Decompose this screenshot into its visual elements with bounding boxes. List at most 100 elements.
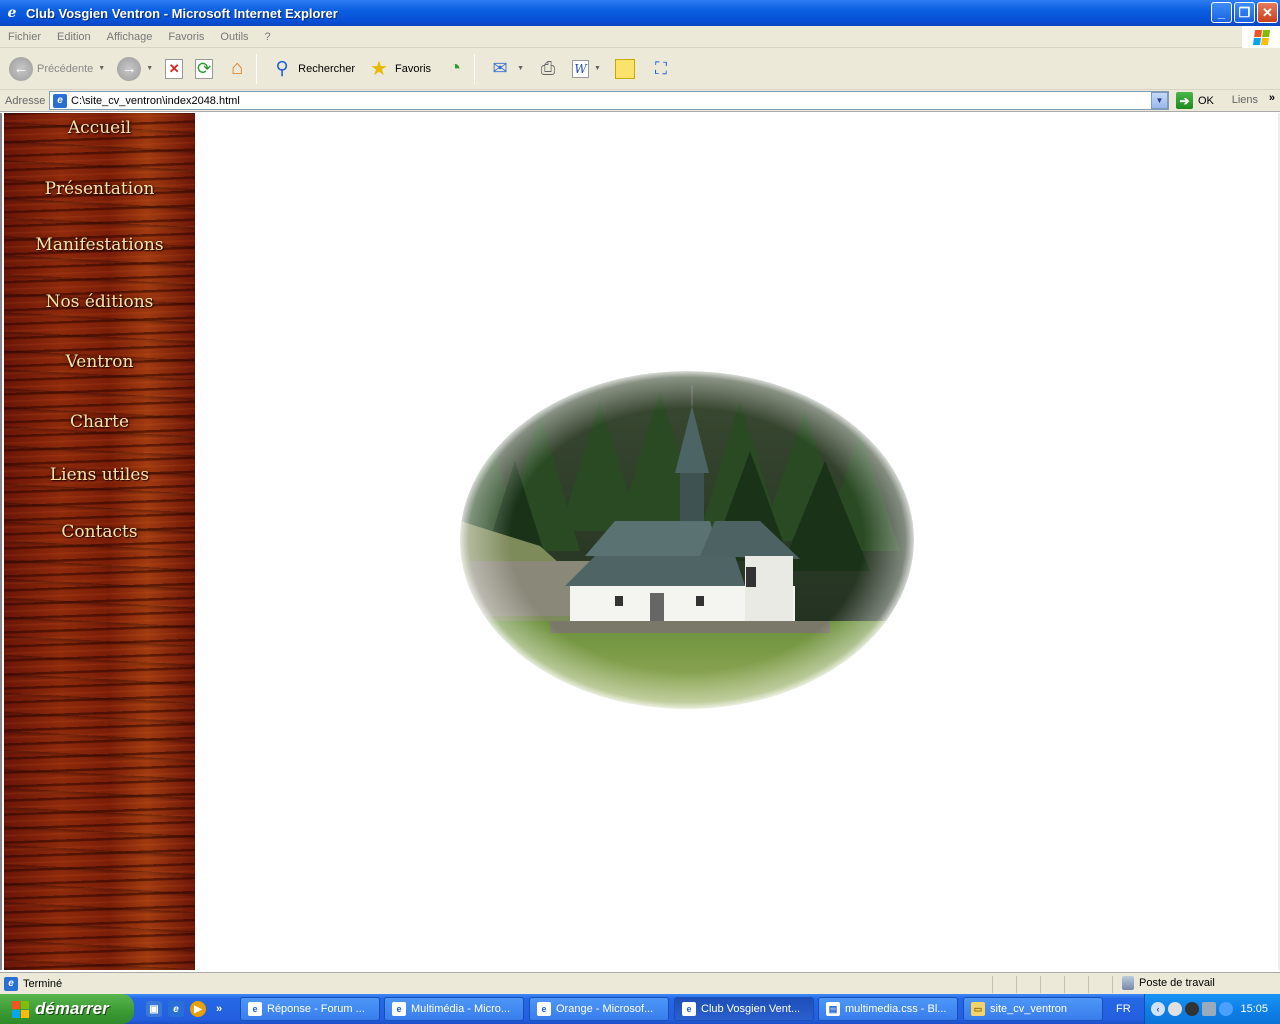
- edit-button[interactable]: W ▼: [569, 52, 604, 86]
- close-button[interactable]: ✕: [1257, 2, 1278, 23]
- status-pane: [1088, 976, 1112, 993]
- status-pane: [1064, 976, 1088, 993]
- back-dropdown-icon[interactable]: ▼: [98, 65, 105, 72]
- window-controls: _ ❐ ✕: [1211, 2, 1278, 23]
- nav-liens-utiles[interactable]: Liens utiles: [4, 465, 195, 485]
- address-bar: Adresse e ▼ ➔ OK Liens »: [0, 90, 1280, 112]
- menu-edition[interactable]: Edition: [49, 31, 99, 43]
- print-button[interactable]: ⎙: [533, 52, 563, 86]
- quick-launch-ie-icon[interactable]: e: [168, 1001, 184, 1017]
- mail-button[interactable]: ✉ ▼: [485, 52, 527, 86]
- mail-dropdown-icon[interactable]: ▼: [517, 65, 524, 72]
- task-button-css[interactable]: ▤ multimedia.css - Bl...: [818, 997, 958, 1021]
- tray-display-icon[interactable]: [1202, 1002, 1216, 1016]
- go-button[interactable]: ➔ OK: [1176, 92, 1214, 109]
- security-zone: Poste de travail: [1122, 976, 1215, 990]
- menu-favoris[interactable]: Favoris: [160, 31, 212, 43]
- tray-update-icon[interactable]: [1219, 1002, 1233, 1016]
- menu-fichier[interactable]: Fichier: [0, 31, 49, 43]
- task-label: multimedia.css - Bl...: [845, 1003, 947, 1015]
- search-button[interactable]: ⚲ Rechercher: [267, 52, 358, 86]
- start-label: démarrer: [35, 999, 109, 1018]
- maximize-button[interactable]: ❐: [1234, 2, 1255, 23]
- search-label: Rechercher: [298, 62, 355, 75]
- quick-launch: ▣ e ▶ »: [146, 1001, 222, 1017]
- zone-label: Poste de travail: [1139, 977, 1215, 989]
- tray-expand-icon[interactable]: ‹: [1151, 1002, 1165, 1016]
- nav-accueil[interactable]: Accueil: [4, 118, 195, 138]
- note-icon: [613, 57, 637, 81]
- page-content: Accueil Présentation Manifestations Nos …: [0, 113, 1280, 970]
- address-field[interactable]: e ▼: [49, 91, 1169, 110]
- menu-help[interactable]: ?: [257, 31, 279, 43]
- stop-button[interactable]: ✕: [162, 52, 186, 86]
- forward-dropdown-icon[interactable]: ▼: [146, 65, 153, 72]
- stop-icon: ✕: [165, 58, 184, 79]
- status-pane: [992, 976, 1016, 993]
- tray-app-icon[interactable]: [1185, 1002, 1199, 1016]
- favorites-star-icon: ★: [370, 58, 388, 80]
- address-input[interactable]: [71, 94, 1141, 107]
- start-button[interactable]: démarrer: [0, 994, 134, 1024]
- task-label: Réponse - Forum ...: [267, 1003, 365, 1015]
- nav-manifestations[interactable]: Manifestations: [4, 235, 195, 255]
- task-label: Club Vosgien Vent...: [701, 1003, 801, 1015]
- menu-outils[interactable]: Outils: [212, 31, 256, 43]
- forward-button[interactable]: → ▼: [114, 52, 156, 86]
- address-dropdown-icon[interactable]: ▼: [1151, 92, 1168, 109]
- refresh-button[interactable]: ⟳: [192, 52, 216, 86]
- edit-dropdown-icon[interactable]: ▼: [594, 65, 601, 72]
- chapel-image: [460, 371, 914, 709]
- favorites-label: Favoris: [395, 62, 432, 75]
- nav-nos-editions[interactable]: Nos éditions: [4, 292, 195, 312]
- side-nav: Accueil Présentation Manifestations Nos …: [4, 113, 195, 970]
- minimize-button[interactable]: _: [1211, 2, 1232, 23]
- discuss-button[interactable]: [610, 52, 640, 86]
- task-button-multimedia[interactable]: e Multimédia - Micro...: [384, 997, 524, 1021]
- nav-charte[interactable]: Charte: [4, 412, 195, 432]
- status-bar: e Terminé Poste de travail: [0, 972, 1280, 994]
- quick-launch-chevron-icon[interactable]: »: [216, 1003, 222, 1015]
- task-button-club-vosgien[interactable]: e Club Vosgien Vent...: [674, 997, 814, 1021]
- home-button[interactable]: ⌂: [222, 52, 252, 86]
- task-button-folder[interactable]: ▭ site_cv_ventron: [963, 997, 1103, 1021]
- research-button[interactable]: ⛶: [646, 52, 676, 86]
- research-icon: ⛶: [654, 58, 667, 78]
- windows-logo-icon: [1242, 26, 1280, 48]
- status-text: Terminé: [23, 977, 63, 990]
- language-indicator[interactable]: FR: [1116, 1003, 1131, 1015]
- task-button-forum[interactable]: e Réponse - Forum ...: [240, 997, 380, 1021]
- chapel-photo: [460, 371, 914, 709]
- page-done-icon: e: [4, 976, 18, 991]
- quick-launch-media-icon[interactable]: ▶: [190, 1001, 206, 1017]
- history-button[interactable]: ◔: [440, 52, 470, 86]
- task-button-orange[interactable]: e Orange - Microsof...: [529, 997, 669, 1021]
- folder-icon: ▭: [971, 1002, 985, 1016]
- taskbar: démarrer ▣ e ▶ » e Réponse - Forum ... eM…: [0, 994, 1280, 1024]
- computer-icon: [1122, 976, 1134, 990]
- ie-icon: e: [7, 5, 17, 21]
- clock: 15:05: [1240, 1003, 1268, 1015]
- tray-network-icon[interactable]: [1168, 1002, 1182, 1016]
- task-label: Multimédia - Micro...: [411, 1003, 511, 1015]
- system-tray: ‹ 15:05: [1144, 994, 1280, 1024]
- mail-icon: ✉: [492, 58, 508, 78]
- nav-contacts[interactable]: Contacts: [4, 522, 195, 542]
- ie-icon: e: [392, 1002, 406, 1016]
- nav-ventron[interactable]: Ventron: [4, 352, 195, 372]
- task-label: Orange - Microsof...: [556, 1003, 654, 1015]
- back-button[interactable]: ← Précédente ▼: [6, 52, 108, 86]
- quick-launch-desktop-icon[interactable]: ▣: [146, 1001, 162, 1017]
- status-pane: [1016, 976, 1040, 993]
- go-label: OK: [1198, 94, 1214, 107]
- links-chevron-icon[interactable]: »: [1269, 92, 1275, 104]
- favorites-button[interactable]: ★ Favoris: [364, 52, 434, 86]
- word-edit-icon: W: [572, 59, 589, 78]
- nav-presentation[interactable]: Présentation: [4, 179, 195, 199]
- links-label[interactable]: Liens: [1232, 94, 1258, 106]
- back-arrow-icon: ←: [9, 56, 33, 81]
- printer-icon: ⎙: [540, 58, 556, 78]
- menu-affichage[interactable]: Affichage: [99, 31, 161, 43]
- address-label: Adresse: [5, 94, 46, 107]
- search-icon: ⚲: [275, 58, 289, 78]
